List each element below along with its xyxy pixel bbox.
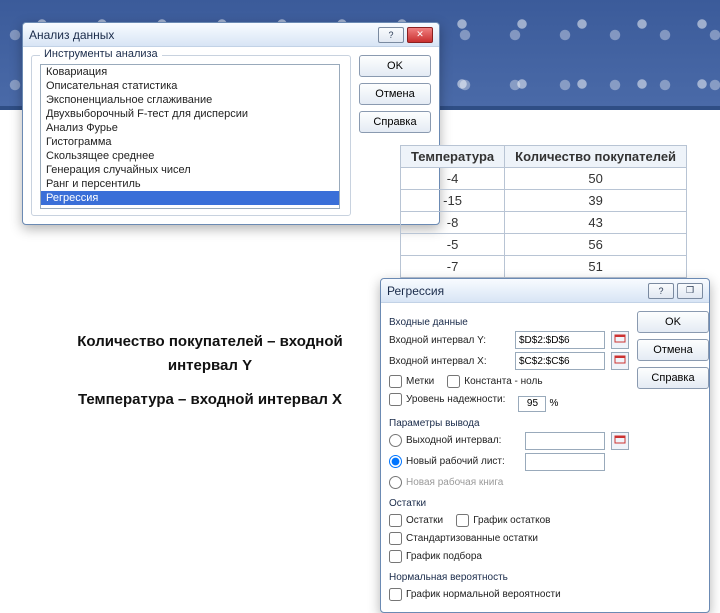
y-label: Входной интервал Y: bbox=[389, 335, 509, 346]
const-zero-checkbox[interactable] bbox=[447, 375, 460, 388]
analysis-titlebar: Анализ данных ? ✕ bbox=[23, 23, 439, 47]
table-cell: 43 bbox=[505, 212, 687, 234]
std-resid-checkbox[interactable] bbox=[389, 532, 402, 545]
list-item[interactable]: Ранг и персентиль bbox=[41, 177, 339, 191]
list-item[interactable]: Двухвыборочный F-тест для дисперсии bbox=[41, 107, 339, 121]
table-row: -556 bbox=[401, 234, 687, 256]
table-cell: 39 bbox=[505, 190, 687, 212]
norm-section-label: Нормальная вероятность bbox=[389, 572, 629, 583]
labels-checkbox[interactable] bbox=[389, 375, 402, 388]
analysis-dialog: Анализ данных ? ✕ Инструменты анализа Ко… bbox=[22, 22, 440, 225]
residuals-label: Остатки bbox=[406, 515, 443, 526]
list-item[interactable]: Регрессия bbox=[41, 191, 339, 205]
help-button[interactable]: ? bbox=[378, 27, 404, 43]
table-header: Температура bbox=[401, 146, 505, 168]
ok-button[interactable]: OK bbox=[359, 55, 431, 77]
list-item[interactable]: Генерация случайных чисел bbox=[41, 163, 339, 177]
table-row: -843 bbox=[401, 212, 687, 234]
fit-plot-label: График подбора bbox=[406, 551, 482, 562]
output-range-radio[interactable] bbox=[389, 434, 402, 447]
residuals-checkbox[interactable] bbox=[389, 514, 402, 527]
restore-button[interactable]: ❐ bbox=[677, 283, 703, 299]
cancel-button[interactable]: Отмена bbox=[637, 339, 709, 361]
ref-select-icon[interactable] bbox=[611, 432, 629, 450]
regression-titlebar: Регрессия ? ❐ bbox=[381, 279, 709, 303]
const-zero-label: Константа - ноль bbox=[464, 376, 542, 387]
list-item[interactable]: Гистограмма bbox=[41, 135, 339, 149]
labels-checkbox-label: Метки bbox=[406, 376, 434, 387]
table-row: -1539 bbox=[401, 190, 687, 212]
help-button[interactable]: ? bbox=[648, 283, 674, 299]
table-cell: 51 bbox=[505, 256, 687, 278]
ref-select-icon[interactable] bbox=[611, 352, 629, 370]
output-range-input[interactable] bbox=[525, 432, 605, 450]
regression-dialog: Регрессия ? ❐ Входные данные Входной инт… bbox=[380, 278, 710, 613]
table-row: -751 bbox=[401, 256, 687, 278]
confidence-value-input[interactable] bbox=[518, 396, 546, 412]
table-cell: -7 bbox=[401, 256, 505, 278]
list-item[interactable]: Описательная статистика bbox=[41, 79, 339, 93]
x-label: Входной интервал X: bbox=[389, 356, 509, 367]
help-button[interactable]: Справка bbox=[637, 367, 709, 389]
fit-plot-checkbox[interactable] bbox=[389, 550, 402, 563]
norm-plot-label: График нормальной вероятности bbox=[406, 589, 561, 600]
explanation-text: Количество покупателей – входной интерва… bbox=[50, 330, 370, 412]
table-header: Количество покупателей bbox=[505, 146, 687, 168]
table-cell: -8 bbox=[401, 212, 505, 234]
list-item[interactable]: Ковариация bbox=[41, 65, 339, 79]
table-row: -450 bbox=[401, 168, 687, 190]
percent-label: % bbox=[550, 398, 559, 409]
new-book-label: Новая рабочая книга bbox=[406, 477, 503, 488]
help-button[interactable]: Справка bbox=[359, 111, 431, 133]
table-cell: -15 bbox=[401, 190, 505, 212]
tools-group-label: Инструменты анализа bbox=[40, 48, 162, 60]
regression-title: Регрессия bbox=[387, 284, 444, 298]
confidence-label: Уровень надежности: bbox=[406, 394, 505, 405]
list-item[interactable]: Экспоненциальное сглаживание bbox=[41, 93, 339, 107]
note-line-y: Количество покупателей – входной интерва… bbox=[50, 330, 370, 378]
list-item[interactable]: Скользящее среднее bbox=[41, 149, 339, 163]
ok-button[interactable]: OK bbox=[637, 311, 709, 333]
cancel-button[interactable]: Отмена bbox=[359, 83, 431, 105]
output-section-label: Параметры вывода bbox=[389, 418, 629, 429]
close-button[interactable]: ✕ bbox=[407, 27, 433, 43]
new-book-radio[interactable] bbox=[389, 476, 402, 489]
x-range-input[interactable] bbox=[515, 352, 605, 370]
analysis-title: Анализ данных bbox=[29, 28, 114, 42]
data-table: ТемператураКоличество покупателей -450-1… bbox=[400, 145, 687, 278]
table-cell: -5 bbox=[401, 234, 505, 256]
new-sheet-input[interactable] bbox=[525, 453, 605, 471]
table-cell: 56 bbox=[505, 234, 687, 256]
confidence-checkbox[interactable] bbox=[389, 393, 402, 406]
tools-listbox[interactable]: КовариацияОписательная статистикаЭкспоне… bbox=[40, 64, 340, 209]
resid-section-label: Остатки bbox=[389, 498, 629, 509]
ref-select-icon[interactable] bbox=[611, 331, 629, 349]
resid-plot-label: График остатков bbox=[473, 515, 550, 526]
table-cell: -4 bbox=[401, 168, 505, 190]
new-sheet-label: Новый рабочий лист: bbox=[406, 456, 505, 467]
note-line-x: Температура – входной интервал X bbox=[50, 388, 370, 412]
output-range-label: Выходной интервал: bbox=[406, 435, 501, 446]
new-sheet-radio[interactable] bbox=[389, 455, 402, 468]
std-resid-label: Стандартизованные остатки bbox=[406, 533, 538, 544]
list-item[interactable]: Анализ Фурье bbox=[41, 121, 339, 135]
table-cell: 50 bbox=[505, 168, 687, 190]
resid-plot-checkbox[interactable] bbox=[456, 514, 469, 527]
input-section-label: Входные данные bbox=[389, 317, 629, 328]
y-range-input[interactable] bbox=[515, 331, 605, 349]
norm-plot-checkbox[interactable] bbox=[389, 588, 402, 601]
